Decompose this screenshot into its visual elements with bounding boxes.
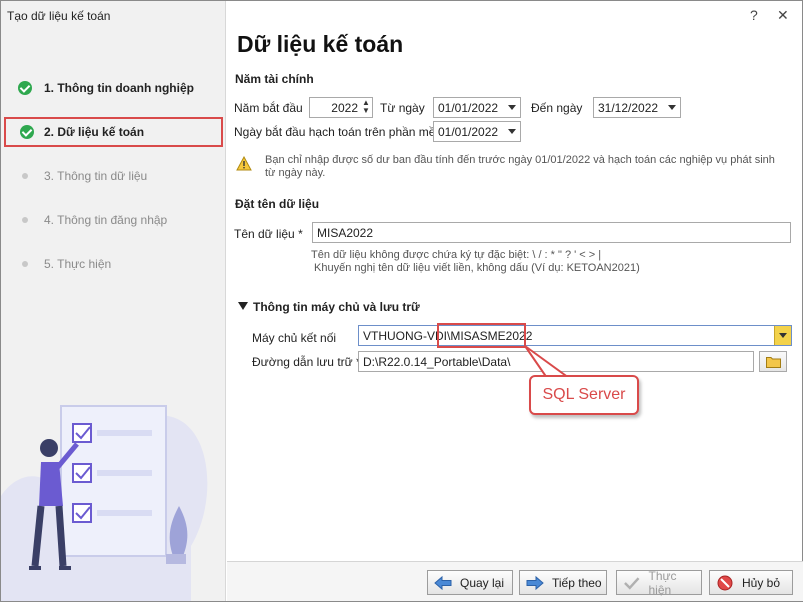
software-start-date-value: 01/01/2022 (438, 125, 499, 139)
create-accounting-data-dialog: Tạo dữ liệu kế toán 1. Thông tin doanh n… (0, 0, 803, 602)
check-circle-icon (18, 81, 32, 95)
window-title: Tạo dữ liệu kế toán (7, 9, 111, 23)
collapse-triangle-icon[interactable] (238, 302, 248, 310)
back-button[interactable]: Quay lại (427, 570, 513, 595)
page-title: Dữ liệu kế toán (237, 31, 404, 57)
checkmark-icon (624, 576, 640, 590)
spinner-arrows-icon[interactable]: ▲ ▼ (362, 99, 370, 115)
arrow-right-icon (526, 575, 544, 590)
data-name-value: MISA2022 (317, 226, 374, 240)
pending-dot-icon (22, 261, 28, 267)
from-date-value: 01/01/2022 (438, 101, 499, 115)
opening-balance-warning: Bạn chỉ nhập được số dư ban đầu tính đến… (265, 154, 775, 179)
step-login-info[interactable]: 4. Thông tin đăng nhập (1, 205, 225, 235)
storage-path-label: Đường dẫn lưu trữ * (252, 355, 361, 369)
finish-button[interactable]: Thực hiện (616, 568, 702, 597)
server-storage-section-title[interactable]: Thông tin máy chủ và lưu trữ (253, 300, 420, 314)
step-execute[interactable]: 5. Thực hiện (1, 249, 225, 279)
step-accounting-data[interactable]: 2. Dữ liệu kế toán (4, 117, 223, 147)
sql-server-callout: SQL Server (529, 375, 639, 415)
warning-icon (236, 156, 252, 171)
server-label: Máy chủ kết nối (252, 331, 337, 345)
start-year-stepper[interactable]: 2022 ▲ ▼ (309, 97, 373, 118)
step-label: 1. Thông tin doanh nghiệp (44, 81, 194, 95)
browse-folder-button[interactable] (759, 351, 787, 372)
from-date-label: Từ ngày (380, 101, 425, 115)
chevron-down-icon (668, 105, 676, 110)
chevron-down-icon (508, 129, 516, 134)
pending-dot-icon (22, 173, 28, 179)
step-label: 5. Thực hiện (44, 257, 112, 271)
next-button[interactable]: Tiếp theo (519, 570, 607, 595)
data-naming-section-title: Đặt tên dữ liệu (235, 197, 320, 211)
cancel-button[interactable]: Hủy bỏ (709, 570, 793, 595)
checklist-illustration (1, 405, 208, 601)
software-start-date-label: Ngày bắt đầu hạch toán trên phần mềm (234, 125, 446, 139)
storage-path-value: D:\R22.0.14_Portable\Data\ (363, 355, 511, 369)
data-name-hint-special-chars: Tên dữ liệu không được chứa ký tự đặc bi… (311, 249, 602, 261)
check-circle-icon (20, 125, 34, 139)
chevron-down-icon[interactable] (774, 326, 791, 345)
wizard-sidebar: Tạo dữ liệu kế toán 1. Thông tin doanh n… (1, 1, 226, 601)
main-content: Dữ liệu kế toán Năm tài chính Năm bắt đầ… (227, 1, 803, 561)
step-label: 4. Thông tin đăng nhập (44, 213, 168, 227)
step-label: 2. Dữ liệu kế toán (44, 125, 145, 139)
folder-icon (766, 357, 781, 368)
fiscal-year-section-title: Năm tài chính (235, 72, 314, 86)
data-name-input[interactable]: MISA2022 (312, 222, 791, 243)
next-label: Tiếp theo (552, 575, 602, 590)
to-date-label: Đến ngày (531, 101, 583, 115)
data-name-hint-recommendation: Khuyến nghị tên dữ liệu viết liền, không… (314, 262, 640, 274)
start-year-label: Năm bắt đầu (234, 101, 303, 115)
arrow-left-icon (434, 575, 452, 590)
step-label: 3. Thông tin dữ liệu (44, 169, 148, 183)
cancel-icon (717, 575, 733, 590)
from-date-picker[interactable]: 01/01/2022 (433, 97, 521, 118)
server-combobox[interactable]: VTHUONG-VDI\MISASME2022 (358, 325, 792, 346)
back-label: Quay lại (460, 575, 505, 590)
data-name-label: Tên dữ liệu * (234, 227, 303, 241)
step-data-info[interactable]: 3. Thông tin dữ liệu (1, 161, 225, 191)
pending-dot-icon (22, 217, 28, 223)
to-date-value: 31/12/2022 (598, 101, 659, 115)
step-company-info[interactable]: 1. Thông tin doanh nghiệp (1, 73, 225, 103)
sql-instance-highlight (437, 323, 526, 348)
chevron-down-icon (508, 105, 516, 110)
cancel-label: Hủy bỏ (742, 575, 781, 590)
wizard-footer: Quay lại Tiếp theo Thực hiện Hủy bỏ (227, 561, 803, 601)
finish-label: Thực hiện (648, 568, 677, 597)
software-start-date-picker[interactable]: 01/01/2022 (433, 121, 521, 142)
start-year-value: 2022 (331, 101, 358, 115)
to-date-picker[interactable]: 31/12/2022 (593, 97, 681, 118)
